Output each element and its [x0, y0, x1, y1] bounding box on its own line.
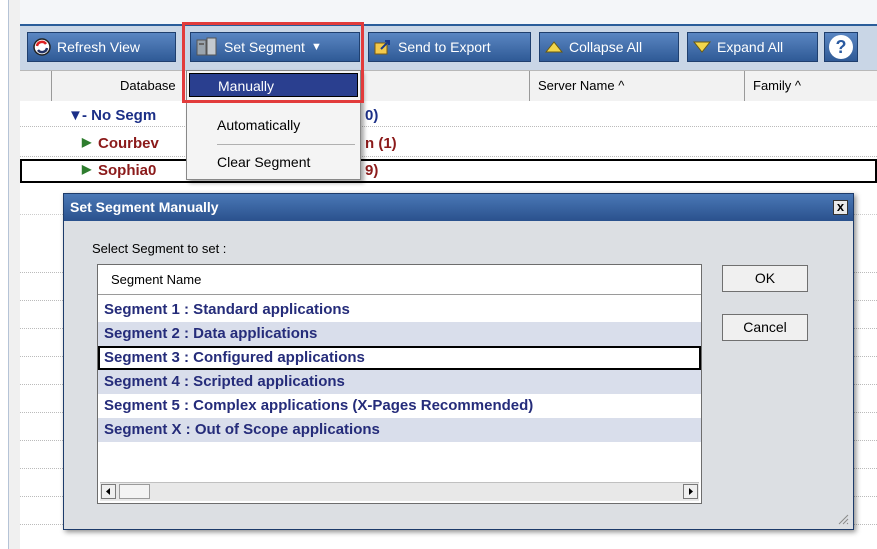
collapse-arrow-icon — [544, 37, 564, 57]
column-family[interactable]: Family ^ — [745, 71, 877, 101]
column-database-label: Database — [120, 78, 176, 93]
top-strip — [20, 0, 877, 26]
segment-row[interactable]: Segment 1 : Standard applications — [98, 298, 701, 322]
toolbar: Refresh View Set Segment ▼ Send to Expor… — [20, 26, 877, 70]
scroll-right-button[interactable] — [683, 484, 698, 499]
menu-item-automatically[interactable]: Automatically — [189, 113, 358, 137]
close-icon: x — [836, 199, 845, 214]
resize-grip-icon[interactable] — [837, 513, 849, 525]
segment-row-selected[interactable]: Segment 3 : Configured applications — [98, 346, 701, 370]
set-segment-dialog: Set Segment Manually x Select Segment to… — [63, 193, 854, 530]
column-server-name[interactable]: Server Name ^ — [530, 71, 745, 101]
close-button[interactable]: x — [833, 200, 848, 215]
horizontal-scrollbar[interactable] — [100, 482, 699, 501]
dialog-prompt: Select Segment to set : — [92, 241, 227, 256]
column-header-blank — [20, 71, 52, 101]
arrow-left-icon — [106, 488, 110, 495]
dialog-title-bar[interactable]: Set Segment Manually x — [64, 194, 853, 221]
tree-group-label: - No Segm — [82, 107, 157, 124]
expand-all-label: Expand All — [717, 39, 784, 55]
segment-row[interactable]: Segment 2 : Data applications — [98, 322, 701, 346]
send-to-export-label: Send to Export — [398, 39, 491, 55]
tree-child-label: Sophia0 — [98, 162, 157, 179]
expand-arrow-icon — [692, 37, 712, 57]
tree-group-count: 0) — [365, 107, 379, 124]
dialog-title: Set Segment Manually — [70, 199, 219, 215]
expand-triangle-icon[interactable]: ▶ — [82, 162, 91, 176]
help-button[interactable]: ? — [824, 32, 858, 62]
segment-list[interactable]: Segment Name Segment 1 : Standard applic… — [97, 264, 702, 504]
tree-child-count: 9) — [365, 162, 379, 179]
segment-row[interactable]: Segment 4 : Scripted applications — [98, 370, 701, 394]
tree-child-count: n (1) — [365, 135, 397, 152]
expand-all-button[interactable]: Expand All — [687, 32, 818, 62]
tree-child-label: Courbev — [98, 135, 159, 152]
refresh-view-label: Refresh View — [57, 39, 141, 55]
segment-list-header[interactable]: Segment Name — [98, 265, 701, 295]
arrow-right-icon — [689, 488, 693, 495]
export-icon — [373, 37, 393, 57]
refresh-icon — [32, 37, 52, 57]
column-family-label: Family ^ — [753, 78, 801, 93]
send-to-export-button[interactable]: Send to Export — [368, 32, 531, 62]
tree-child-row[interactable]: ▶ Courbev n (1) — [20, 135, 877, 157]
expand-triangle-icon[interactable]: ▶ — [82, 135, 91, 149]
column-header: Database Server Name ^ Family ^ — [20, 70, 877, 102]
segment-name-header: Segment Name — [111, 272, 202, 287]
tree-child-row-selected[interactable]: ▶ Sophia0 9) — [20, 159, 877, 183]
menu-separator — [217, 144, 355, 145]
segment-row[interactable]: Segment X : Out of Scope applications — [98, 418, 701, 442]
column-server-name-label: Server Name ^ — [538, 78, 625, 93]
refresh-view-button[interactable]: Refresh View — [27, 32, 176, 62]
collapse-all-label: Collapse All — [569, 39, 643, 55]
scrollbar-thumb[interactable] — [119, 484, 150, 499]
scroll-left-button[interactable] — [101, 484, 116, 499]
segment-row[interactable]: Segment 5 : Complex applications (X-Page… — [98, 394, 701, 418]
highlight-box — [182, 22, 364, 103]
question-mark-icon: ? — [829, 35, 853, 59]
collapse-triangle-icon[interactable]: ▼ — [68, 107, 83, 124]
menu-item-clear-segment[interactable]: Clear Segment — [189, 150, 358, 174]
cancel-button[interactable]: Cancel — [722, 314, 808, 341]
tree-group-row[interactable]: ▼ - No Segm 0) — [20, 105, 877, 127]
ok-button[interactable]: OK — [722, 265, 808, 292]
collapse-all-button[interactable]: Collapse All — [539, 32, 679, 62]
